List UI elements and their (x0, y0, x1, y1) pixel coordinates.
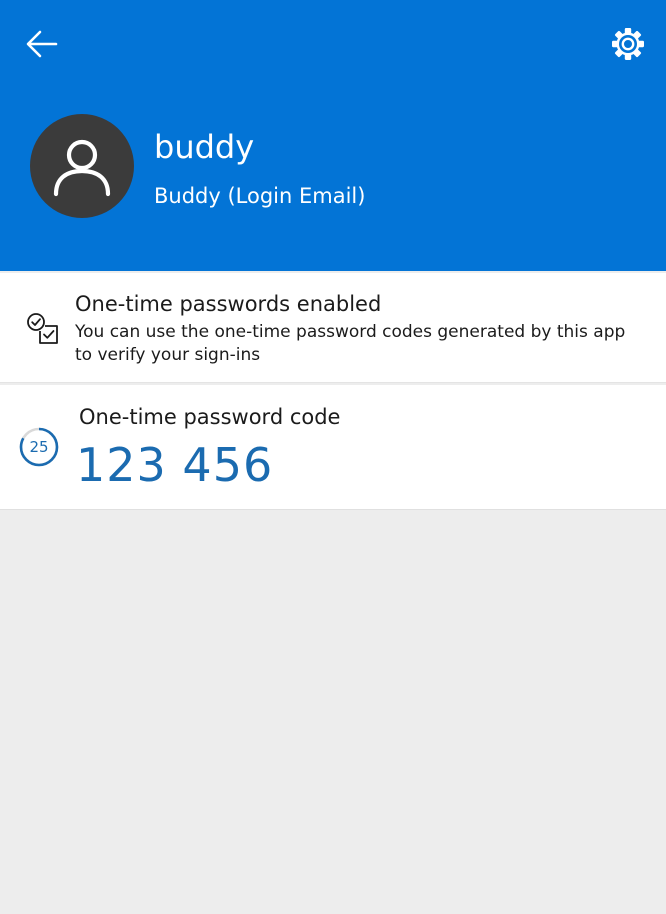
otp-status-title: One-time passwords enabled (75, 292, 382, 316)
account-username: buddy (154, 128, 255, 166)
back-arrow-icon (26, 30, 58, 58)
otp-code-value[interactable]: 123 456 (76, 436, 273, 494)
account-display-name: Buddy (Login Email) (154, 184, 366, 208)
otp-code-label: One-time password code (79, 405, 341, 429)
person-icon (53, 139, 111, 197)
gear-icon (612, 28, 644, 60)
settings-button[interactable] (604, 20, 652, 68)
otp-status-description: You can use the one-time password codes … (75, 322, 626, 365)
timer-seconds: 25 (29, 438, 49, 456)
avatar (30, 114, 134, 218)
back-button[interactable] (18, 22, 66, 66)
checklist-icon (27, 313, 58, 344)
account-header: buddy Buddy (Login Email) (0, 0, 666, 271)
